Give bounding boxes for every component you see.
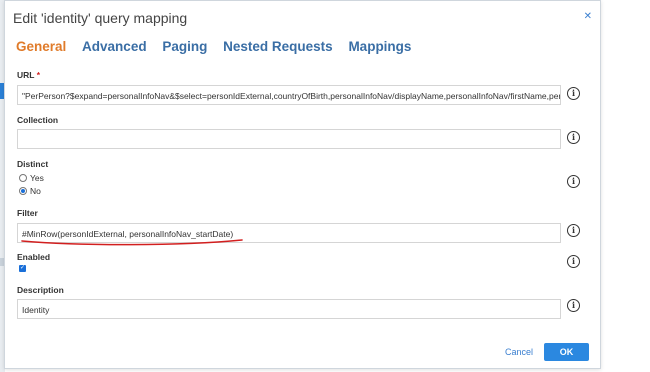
tab-mappings[interactable]: Mappings [348,39,411,54]
radio-no[interactable] [19,187,27,195]
close-icon[interactable]: ✕ [584,11,592,22]
distinct-info-icon[interactable]: i [567,175,580,188]
tab-advanced[interactable]: Advanced [82,39,147,54]
url-label: URL * [17,70,40,80]
description-label: Description [17,285,64,295]
dialog-title: Edit 'identity' query mapping [13,10,188,26]
collection-input[interactable] [17,129,561,149]
cancel-button[interactable]: Cancel [505,347,533,357]
url-info-icon[interactable]: i [567,87,580,100]
filter-label: Filter [17,208,38,218]
url-label-text: URL [17,70,35,80]
enabled-info-icon[interactable]: i [567,255,580,268]
collection-label: Collection [17,115,59,125]
radio-yes-label: Yes [30,173,44,183]
enabled-checkbox[interactable]: ✓ [19,265,26,272]
distinct-yes-option[interactable]: Yes [19,173,44,183]
description-input[interactable]: Identity [17,299,561,319]
filter-info-icon[interactable]: i [567,224,580,237]
required-marker: * [36,70,41,80]
ok-button[interactable]: OK [544,343,589,361]
url-input[interactable]: "PerPerson?$expand=personalInfoNav&$sele… [17,85,561,105]
tab-bar: General Advanced Paging Nested Requests … [16,39,423,54]
distinct-label: Distinct [17,159,49,169]
description-info-icon[interactable]: i [567,299,580,312]
tab-general[interactable]: General [16,39,66,54]
query-mapping-dialog: Edit 'identity' query mapping ✕ General … [4,0,601,369]
radio-yes[interactable] [19,174,27,182]
radio-no-label: No [30,186,41,196]
enabled-label: Enabled [17,252,51,262]
collection-info-icon[interactable]: i [567,131,580,144]
annotation-underline [21,239,243,246]
tab-paging[interactable]: Paging [162,39,207,54]
distinct-no-option[interactable]: No [19,186,41,196]
tab-nested-requests[interactable]: Nested Requests [223,39,333,54]
